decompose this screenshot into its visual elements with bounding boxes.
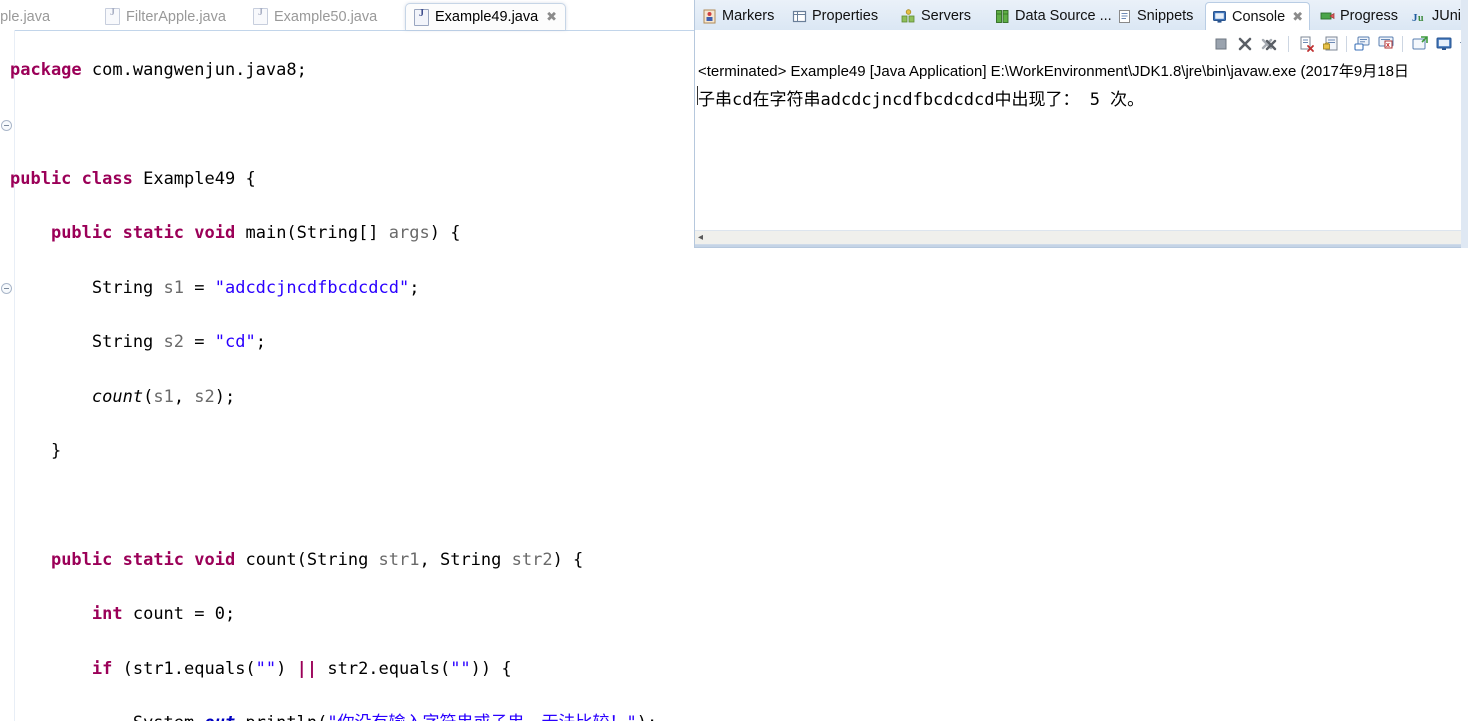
java-file-icon [253,7,268,25]
show-console-on-output-icon[interactable] [1353,35,1371,53]
editor-tab-example49[interactable]: Example49.java ✖ [405,3,567,30]
view-tab-data-source[interactable]: Data Source ... [989,2,1118,30]
properties-icon [792,9,807,24]
view-tab-junit[interactable]: J u JUnit [1406,2,1468,30]
clear-console-icon[interactable] [1298,35,1316,53]
toolbar-separator [1402,36,1403,52]
code-line: } [10,440,62,461]
close-icon[interactable]: ✖ [1292,9,1303,25]
display-selected-console-icon[interactable] [1435,35,1453,53]
editor-tab-bar: pple.java FilterApple.java Example50.jav… [0,0,694,31]
view-tab-label: Console [1232,8,1286,25]
view-tab-label: Markers [722,8,775,24]
view-tab-console[interactable]: Console ✖ [1205,2,1311,30]
toolbar-separator [1346,36,1347,52]
view-tab-label: Progress [1340,8,1399,24]
editor-tab-filterapple-partial[interactable]: pple.java [0,3,58,30]
view-tab-servers[interactable]: Servers [895,2,977,30]
code-line: public static void main(String[] args) { [50,223,461,244]
view-tab-label: Data Source ... [1015,8,1112,24]
remove-all-terminated-icon[interactable] [1260,35,1278,53]
code-line: public static void count(String str1, St… [50,549,584,570]
editor-pane: pple.java FilterApple.java Example50.jav… [0,0,694,721]
view-tab-progress[interactable]: Progress [1314,2,1404,30]
console-horizontal-scrollbar[interactable]: ◂ [694,230,1466,245]
code-line: String s2 = "cd"; [10,332,266,353]
editor-tab-label: FilterApple.java [126,8,226,25]
open-console-icon[interactable] [1411,35,1429,53]
snippets-icon [1117,9,1132,24]
code-editor[interactable]: package com.wangwenjun.java8; public cla… [0,30,694,721]
code-line: package com.wangwenjun.java8; [10,60,307,81]
scroll-left-arrow-icon[interactable]: ◂ [698,233,703,243]
code-line: String s1 = "adcdcjncdfbcdcdcd"; [10,277,420,298]
console-toolbar: x [694,30,1468,59]
view-tab-properties[interactable]: Properties [786,2,884,30]
code-line: count(s1, s2); [91,386,236,407]
editor-tab-label: Example50.java [274,8,378,25]
editor-tab-label: pple.java [0,8,51,25]
view-tab-snippets[interactable]: Snippets [1111,2,1199,30]
show-console-on-error-icon[interactable]: x [1377,35,1395,53]
toolbar-separator [1288,36,1289,52]
svg-text:u: u [1418,13,1424,24]
editor-tab-filterapple[interactable]: FilterApple.java [97,3,234,30]
java-file-icon [105,7,120,25]
view-tab-label: Properties [812,8,879,24]
progress-icon [1320,9,1335,24]
editor-tab-example50[interactable]: Example50.java [245,3,385,30]
code-line: public class Example49 { [10,168,256,189]
console-icon [1212,9,1227,24]
console-pane: Markers Properties Servers Data Source .… [694,0,1468,721]
console-tab-bar: Markers Properties Servers Data Source .… [694,0,1468,31]
junit-icon: J u [1412,9,1427,24]
code-line: if (str1.equals("") || str2.equals("")) … [91,658,512,679]
console-output-line: 子串cd在字符串adcdcjncdfbcdcdcd中出现了： 5 次。 [695,81,1467,110]
code-line: int count = 0; [91,604,236,625]
servers-icon [901,8,916,24]
source-code[interactable]: package com.wangwenjun.java8; public cla… [0,30,694,721]
view-tab-label: Snippets [1137,8,1194,24]
console-launch-header: <terminated> Example49 [Java Application… [698,63,1409,80]
java-file-icon [414,8,429,26]
close-icon[interactable]: ✖ [546,9,557,25]
console-output-area[interactable]: <terminated> Example49 [Java Application… [694,58,1468,230]
code-line: System.out.println("你没有输入字符串或子串，无法比较！"); [0,710,694,721]
terminate-icon[interactable] [1212,35,1230,53]
markers-icon [702,9,717,24]
remove-launch-icon[interactable] [1236,35,1254,53]
console-right-strip [1461,0,1468,248]
view-tab-label: Servers [921,8,971,24]
svg-text:x: x [1386,42,1390,49]
data-source-icon [995,9,1010,24]
scroll-lock-icon[interactable] [1322,35,1340,53]
empty-area-below-console [694,248,1468,721]
view-tab-markers[interactable]: Markers [696,2,780,30]
editor-tab-label: Example49.java [435,9,539,25]
